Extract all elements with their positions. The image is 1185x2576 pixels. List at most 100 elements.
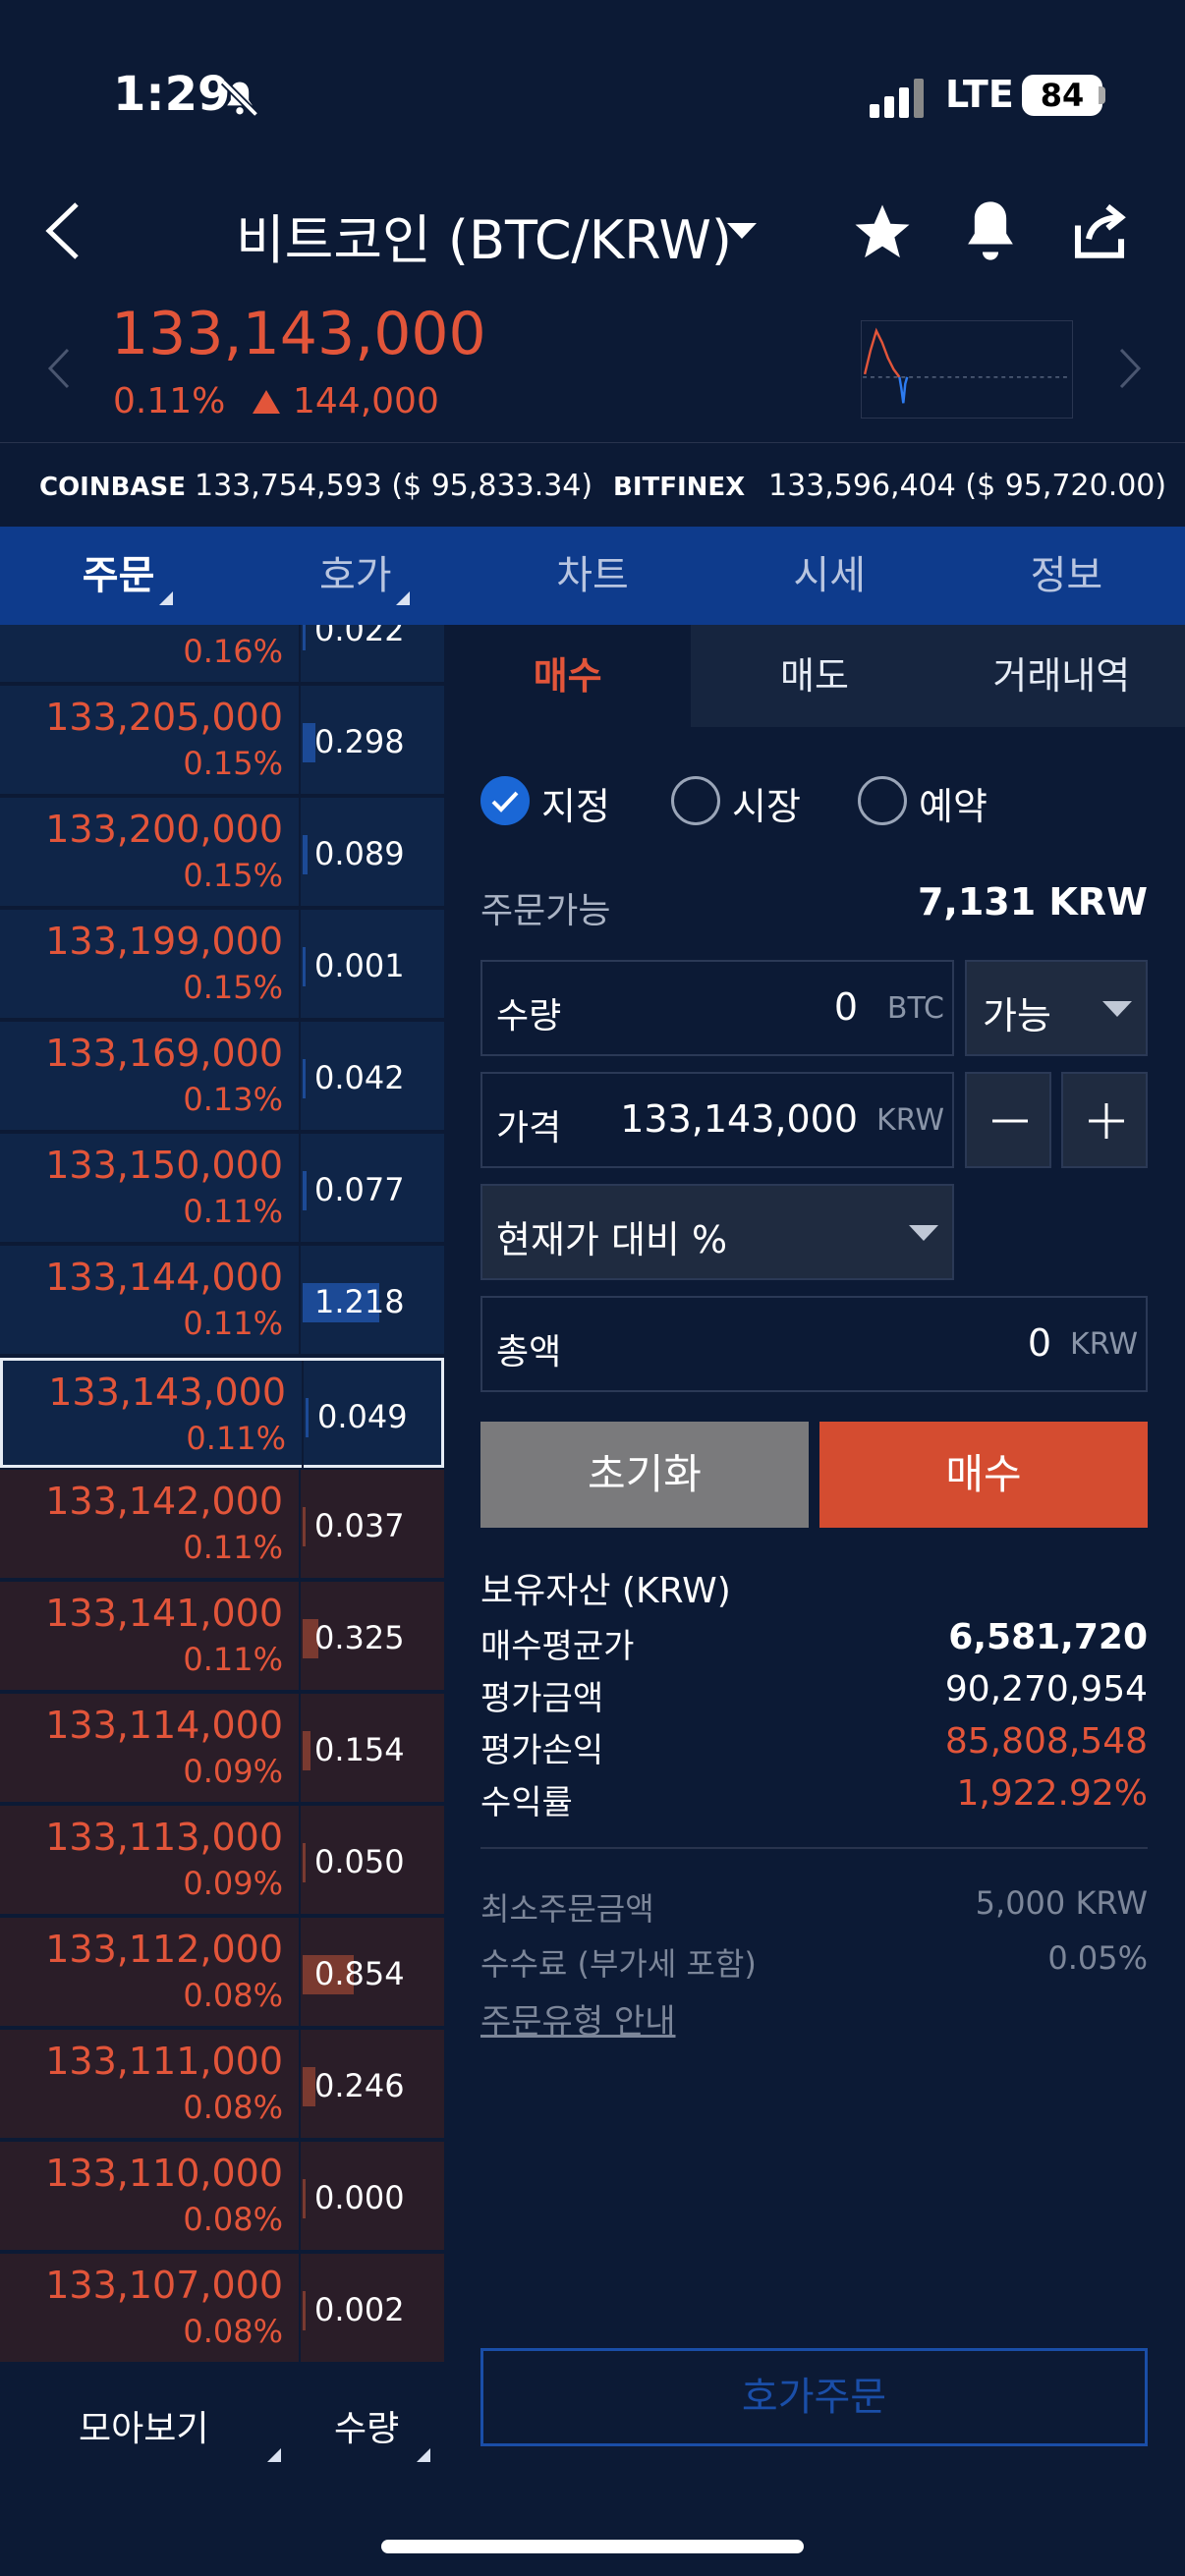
orderbook-price: 133,200,000 <box>45 808 283 851</box>
holding-label: 매수평균가 <box>480 1627 635 1666</box>
tab-info[interactable]: 정보 <box>948 527 1185 625</box>
back-icon[interactable] <box>39 196 88 265</box>
orderbook-list[interactable]: 133,208,000 0.16% 0.022 133,205,000 0.15% 0.2… <box>0 625 444 2376</box>
quantity-cell: 0.000 <box>299 2142 444 2252</box>
orderbook-row[interactable]: 133,144,000 0.11% 1.218 <box>0 1246 444 1356</box>
radio-limit[interactable] <box>480 776 530 825</box>
tab-label: 호가 <box>319 553 392 598</box>
chevron-down-icon[interactable] <box>727 221 757 241</box>
chevron-right-icon[interactable] <box>1115 344 1145 393</box>
price-increase-button[interactable] <box>1061 1072 1148 1168</box>
orderbook-price: 133,142,000 <box>45 1480 283 1523</box>
orderbook-row[interactable]: 133,150,000 0.11% 0.077 <box>0 1134 444 1244</box>
share-icon[interactable] <box>1067 198 1132 263</box>
orderbook-quantity: 0.325 <box>314 1619 405 1656</box>
orderbook-unit-button[interactable]: 수량 <box>334 2400 399 2451</box>
orderbook-price: 133,205,000 <box>45 696 283 739</box>
radio-reserve[interactable] <box>858 776 907 825</box>
volume-bar <box>303 947 306 986</box>
orderbook-row[interactable]: 133,205,000 0.15% 0.298 <box>0 686 444 796</box>
subtab-sell[interactable]: 매도 <box>691 625 937 727</box>
holding-label: 평가금액 <box>480 1679 604 1718</box>
price-unit: KRW <box>876 1103 944 1138</box>
orderbook-row[interactable]: 133,107,000 0.08% 0.002 <box>0 2254 444 2364</box>
price-cell: 133,114,000 0.09% <box>0 1694 297 1804</box>
volume-bar <box>303 1507 306 1546</box>
price-input[interactable]: 가격 133,143,000 KRW <box>480 1072 954 1168</box>
reset-button[interactable]: 초기화 <box>480 1422 809 1528</box>
orderbook-row[interactable]: 133,114,000 0.09% 0.154 <box>0 1694 444 1804</box>
radio-label-market[interactable]: 시장 <box>732 776 801 830</box>
exchange-value-bitfinex: 133,596,404 ($ 95,720.00) <box>768 469 1167 503</box>
tab-orderbook[interactable]: 호가 <box>237 527 474 625</box>
buy-button[interactable]: 매수 <box>819 1422 1148 1528</box>
orderbook-row[interactable]: 133,199,000 0.15% 0.001 <box>0 910 444 1020</box>
chevron-down-icon <box>1102 1001 1132 1017</box>
quantity-input[interactable]: 수량 0 BTC <box>480 960 954 1056</box>
minus-icon <box>992 1119 1028 1123</box>
orderbook-mode-button[interactable]: 모아보기 <box>79 2400 208 2451</box>
orderbook-quantity: 0.037 <box>314 1507 405 1544</box>
tab-label: 정보 <box>1030 553 1103 598</box>
radio-label-limit[interactable]: 지정 <box>541 776 610 830</box>
subtab-buy[interactable]: 매수 <box>444 625 692 727</box>
subtab-history[interactable]: 거래내역 <box>938 625 1185 727</box>
plus-icon <box>1089 1103 1124 1139</box>
orderbook-quantity: 0.154 <box>314 1731 405 1768</box>
tab-order[interactable]: 주문 <box>0 527 237 625</box>
exchange-value-coinbase: 133,754,593 ($ 95,833.34) <box>195 469 593 503</box>
page-title[interactable]: 비트코인 (BTC/KRW) <box>236 196 732 274</box>
orderbook-price: 133,110,000 <box>45 2152 283 2195</box>
quantity-unit: BTC <box>886 991 944 1026</box>
orderbook-row[interactable]: 133,142,000 0.11% 0.037 <box>0 1470 444 1580</box>
radio-market[interactable] <box>671 776 720 825</box>
exchange-name-bitfinex: BITFINEX <box>613 473 746 502</box>
chevron-left-icon[interactable] <box>44 344 74 393</box>
quantity-cell: 0.077 <box>299 1134 444 1244</box>
total-label: 총액 <box>496 1332 562 1372</box>
mini-price-chart[interactable] <box>861 320 1073 419</box>
orderbook-order-button[interactable]: 호가주문 <box>480 2348 1148 2446</box>
price-cell: 133,208,000 0.16% <box>0 625 297 684</box>
orderbook-row-current[interactable]: 133,143,000 0.11% 0.049 <box>0 1358 444 1471</box>
orderbook-row[interactable]: 133,110,000 0.08% 0.000 <box>0 2142 444 2252</box>
tab-market[interactable]: 시세 <box>711 527 948 625</box>
corner-indicator <box>159 591 173 605</box>
orderbook-price: 133,144,000 <box>45 1256 283 1299</box>
percent-select[interactable]: 현재가 대비 % <box>480 1184 954 1280</box>
orderbook-row[interactable]: 133,200,000 0.15% 0.089 <box>0 798 444 908</box>
orderbook-price: 133,112,000 <box>45 1928 283 1971</box>
bell-icon[interactable] <box>958 196 1023 265</box>
orderbook-percent: 0.13% <box>183 1081 283 1118</box>
quantity-select[interactable]: 가능 <box>965 960 1148 1056</box>
holding-value: 90,270,954 <box>944 1669 1148 1709</box>
price-cell: 133,200,000 0.15% <box>0 798 297 908</box>
radio-label-reserve[interactable]: 예약 <box>919 776 988 830</box>
tab-label: 시세 <box>793 553 867 598</box>
quantity-cell: 0.246 <box>299 2030 444 2140</box>
orderbook-row[interactable]: 133,113,000 0.09% 0.050 <box>0 1806 444 1916</box>
holding-label: 평가손익 <box>480 1731 604 1770</box>
volume-bar <box>303 2179 306 2218</box>
orderbook-row[interactable]: 133,141,000 0.11% 0.325 <box>0 1582 444 1692</box>
price-decrease-button[interactable] <box>965 1072 1051 1168</box>
orderbook-row[interactable]: 133,208,000 0.16% 0.022 <box>0 625 444 684</box>
holding-label: 수익률 <box>480 1783 573 1822</box>
quantity-cell: 0.854 <box>299 1918 444 2028</box>
price-cell: 133,141,000 0.11% <box>0 1582 297 1692</box>
orderbook-price: 133,169,000 <box>45 1032 283 1075</box>
exchange-name-coinbase: COINBASE <box>39 473 187 502</box>
order-type-guide-link[interactable]: 주문유형 안내 <box>480 1994 676 2043</box>
orderbook-percent: 0.11% <box>183 1305 283 1342</box>
home-indicator[interactable] <box>381 2540 804 2553</box>
orderbook-price: 133,113,000 <box>45 1816 283 1859</box>
tab-chart[interactable]: 차트 <box>474 527 710 625</box>
orderbook-row[interactable]: 133,169,000 0.13% 0.042 <box>0 1022 444 1132</box>
orderbook-row[interactable]: 133,112,000 0.08% 0.854 <box>0 1918 444 2028</box>
star-icon[interactable] <box>850 199 915 264</box>
orderbook-row[interactable]: 133,111,000 0.08% 0.246 <box>0 2030 444 2140</box>
quantity-cell: 0.089 <box>299 798 444 908</box>
available-value: 7,131 KRW <box>917 880 1148 924</box>
total-input[interactable]: 총액 0 KRW <box>480 1296 1148 1392</box>
orderbook-quantity: 0.001 <box>314 947 405 984</box>
